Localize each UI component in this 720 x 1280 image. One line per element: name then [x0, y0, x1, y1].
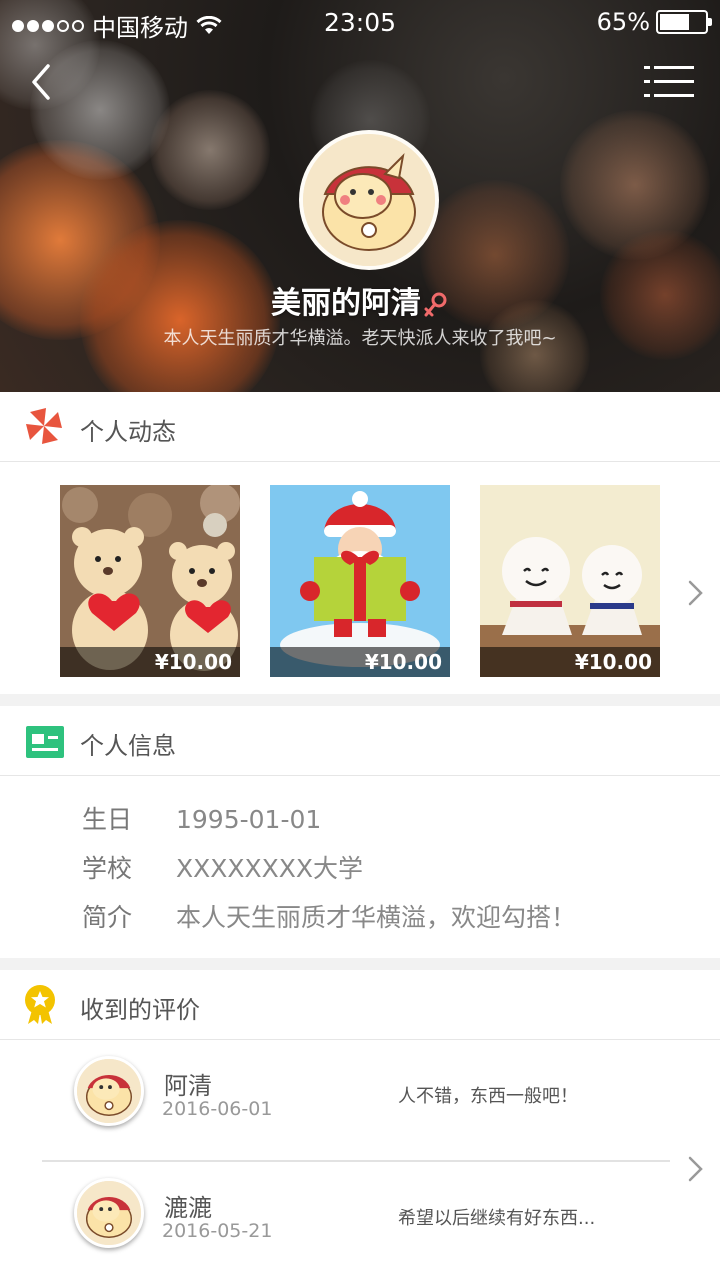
moment-price: ¥10.00 [480, 647, 660, 677]
review-text: 人不错，东西一般吧！ [398, 1086, 578, 1107]
review-text: 希望以后继续有好东西... [398, 1208, 596, 1229]
info-value: 本人天生丽质才华横溢，欢迎勾搭！ [176, 903, 577, 932]
reviewer-avatar [74, 1056, 144, 1126]
moment-price: ¥10.00 [270, 647, 450, 677]
review-item[interactable]: 阿清 2016-06-01 人不错，东西一般吧！ [42, 1040, 670, 1162]
female-gender-icon [424, 292, 447, 316]
pikachu-avatar-image [77, 1059, 141, 1123]
reviews-section: 收到的评价 阿清 2016-06-01 人不错，东西一般吧！ 漉漉 2016-0… [0, 970, 720, 1280]
status-bar: 中国移动 23:05 65% [0, 0, 720, 44]
menu-button[interactable] [644, 62, 696, 102]
info-label: 简介 [82, 903, 133, 932]
award-badge-icon [25, 985, 55, 1024]
info-section: 个人信息 生日 1995-01-01 学校 XXXXXXXX大学 简介 本人天生丽质才… [0, 706, 720, 958]
back-button[interactable] [22, 60, 62, 104]
moment-item[interactable]: ¥10.00 [270, 485, 450, 677]
info-title: 个人信息 [80, 732, 176, 760]
reviewer-avatar [74, 1178, 144, 1248]
user-name: 美丽的阿清 [0, 278, 720, 322]
reviewer-name: 阿清 [164, 1072, 212, 1100]
review-date: 2016-05-21 [162, 1220, 273, 1242]
reviews-header[interactable]: 收到的评价 [0, 970, 720, 1040]
info-label: 生日 [82, 805, 133, 834]
review-item[interactable]: 漉漉 2016-05-21 希望以后继续有好东西... [42, 1162, 670, 1280]
info-value: XXXXXXXX大学 [176, 854, 364, 883]
review-date: 2016-06-01 [162, 1098, 273, 1120]
moment-item[interactable]: ¥10.00 [60, 485, 240, 677]
pikachu-avatar-image [77, 1181, 141, 1245]
moments-more-chevron-icon[interactable] [686, 578, 706, 608]
user-name-text: 美丽的阿清 [271, 286, 421, 321]
moments-title: 个人动态 [80, 418, 176, 446]
info-row-birthday: 生日 1995-01-01 [82, 800, 321, 836]
status-right: 65% [596, 8, 712, 36]
reviews-more-chevron-icon[interactable] [686, 1154, 706, 1184]
info-label: 学校 [82, 854, 133, 883]
user-bio: 本人天生丽质才华横溢。老天快派人来收了我吧~ [163, 328, 557, 349]
moments-section: 个人动态 ¥10.00 ¥10.00 ¥10.00 [0, 392, 720, 694]
profile-avatar[interactable] [299, 130, 439, 270]
bokeh-light [150, 90, 270, 210]
info-row-intro: 简介 本人天生丽质才华横溢，欢迎勾搭！ [82, 898, 576, 934]
info-row-school: 学校 XXXXXXXX大学 [82, 849, 363, 885]
id-card-icon [26, 726, 64, 758]
moment-item[interactable]: ¥10.00 [480, 485, 660, 677]
battery-icon [656, 10, 712, 34]
moment-price: ¥10.00 [60, 647, 240, 677]
info-value: 1995-01-01 [176, 805, 322, 834]
pikachu-avatar-image [303, 134, 435, 266]
reviewer-name: 漉漉 [164, 1194, 212, 1222]
reviews-title: 收到的评价 [80, 996, 200, 1024]
profile-header: 中国移动 23:05 65% 美丽的阿清 本人天生丽质才华横溢。老天快派人来收了… [0, 0, 720, 392]
battery-percent: 65% [596, 8, 650, 36]
pinwheel-icon [26, 408, 62, 444]
moments-header[interactable]: 个人动态 [0, 392, 720, 462]
info-header: 个人信息 [0, 706, 720, 776]
